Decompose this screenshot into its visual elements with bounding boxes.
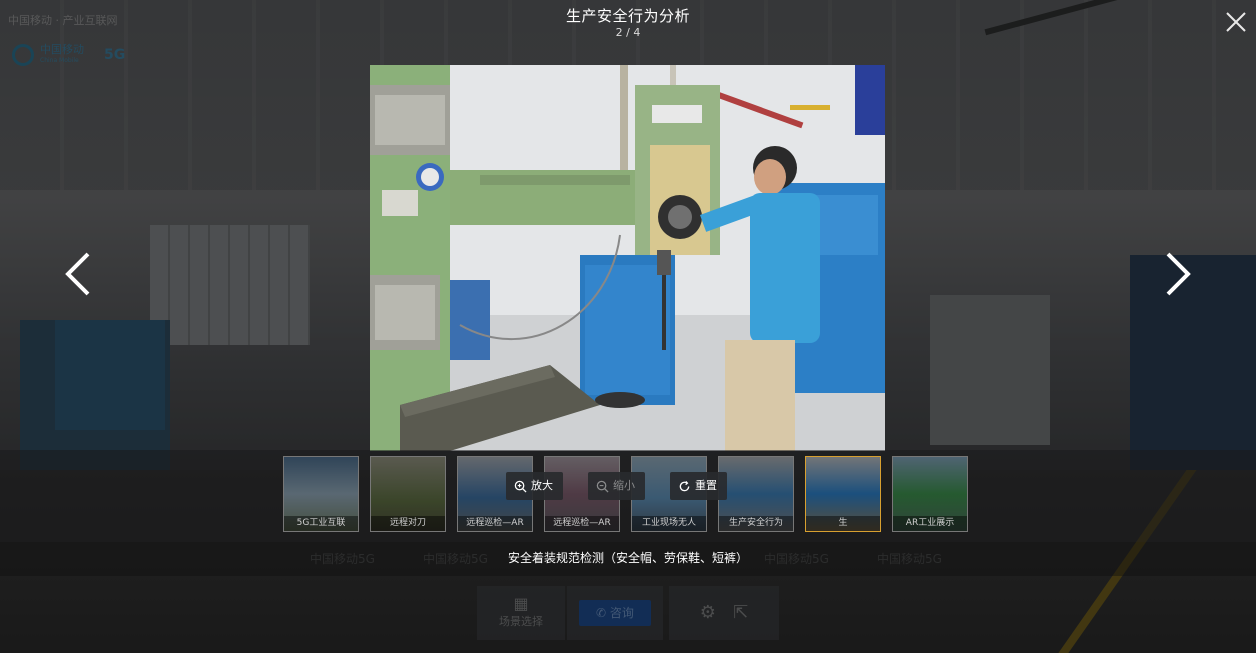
zoom-out-label: 缩小 xyxy=(613,479,635,492)
zoom-out-button[interactable]: 缩小 xyxy=(588,472,645,500)
reset-label: 重置 xyxy=(695,479,717,492)
reset-button[interactable]: 重置 xyxy=(670,472,727,500)
thumbnail-item[interactable]: AR工业展示 xyxy=(892,456,968,532)
thumbnail-item[interactable]: 5G工业互联 xyxy=(283,456,359,532)
thumbnail-item[interactable]: 生产安全行为 xyxy=(718,456,794,532)
thumbnail-item[interactable]: 远程对刀 xyxy=(370,456,446,532)
previous-image-button[interactable] xyxy=(58,246,98,302)
next-image-button[interactable] xyxy=(1158,246,1198,302)
viewer-title: 生产安全行为分析 xyxy=(565,7,690,25)
thumbnail-label: 远程巡检—AR xyxy=(458,516,532,531)
main-photo[interactable] xyxy=(370,65,885,451)
thumbnail-label: 远程对刀 xyxy=(371,516,445,531)
thumbnail-label: AR工业展示 xyxy=(893,516,967,531)
thumbnail-label: 工业现场无人 xyxy=(632,516,706,531)
close-button[interactable] xyxy=(1222,8,1250,36)
zoom-out-icon xyxy=(596,480,609,493)
chevron-left-icon xyxy=(65,252,90,296)
thumbnail-label: 生 xyxy=(806,516,880,531)
close-icon xyxy=(1226,12,1246,32)
thumbnail-label: 远程巡检—AR xyxy=(545,516,619,531)
image-caption: 安全着装规范检测（安全帽、劳保鞋、短裤） xyxy=(507,551,748,565)
image-counter: 2 / 4 xyxy=(615,26,641,39)
reset-rotate-icon xyxy=(679,480,690,491)
factory-worker-drill-photo xyxy=(370,65,885,451)
thumbnail-item-active[interactable]: 生 xyxy=(805,456,881,532)
thumbnail-label: 5G工业互联 xyxy=(284,516,358,531)
zoom-in-label: 放大 xyxy=(531,479,553,492)
thumbnail-label: 生产安全行为 xyxy=(719,516,793,531)
zoom-in-icon xyxy=(514,480,527,493)
zoom-in-button[interactable]: 放大 xyxy=(506,472,563,500)
chevron-right-icon xyxy=(1166,252,1191,296)
